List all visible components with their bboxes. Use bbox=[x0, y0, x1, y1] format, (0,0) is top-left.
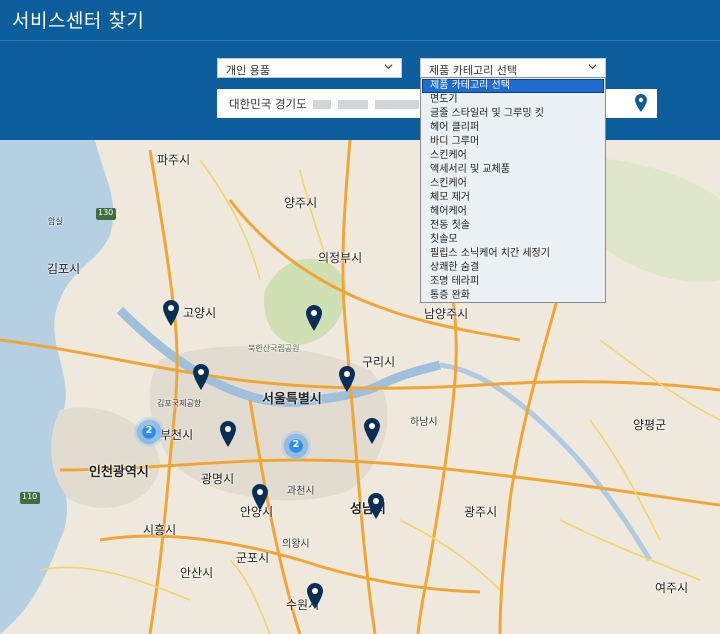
map-label: 군포시 bbox=[236, 551, 270, 565]
service-center-pin[interactable] bbox=[252, 484, 268, 510]
map-label: 남양주시 bbox=[424, 307, 469, 321]
product-type-value: 개인 용품 bbox=[226, 64, 270, 77]
map-cluster[interactable]: 2 bbox=[281, 431, 311, 461]
map-label: 광명시 bbox=[201, 472, 235, 486]
cluster-count: 2 bbox=[292, 439, 300, 450]
service-center-pin[interactable] bbox=[339, 366, 355, 392]
service-center-pin[interactable] bbox=[307, 583, 323, 609]
cluster-count: 2 bbox=[145, 425, 153, 436]
redacted-address bbox=[313, 100, 332, 109]
category-value: 제품 카테고리 선택 bbox=[429, 64, 517, 77]
redacted-address bbox=[338, 100, 369, 109]
dropdown-option[interactable]: 칫솔모 bbox=[421, 233, 605, 247]
header-bar: 서비스센터 찾기 bbox=[0, 0, 720, 40]
page-title: 서비스센터 찾기 bbox=[12, 10, 145, 32]
map-label: 광주시 bbox=[464, 505, 498, 519]
route-number: 130 bbox=[98, 208, 114, 217]
map-label: 의정부시 bbox=[318, 251, 363, 265]
map-label: 김포시 bbox=[47, 262, 81, 276]
map-label: 하남시 bbox=[410, 417, 438, 428]
service-center-pin[interactable] bbox=[193, 364, 209, 390]
map-label: 양주시 bbox=[284, 196, 318, 210]
map-cluster[interactable]: 2 bbox=[134, 417, 164, 447]
map-label: 과천시 bbox=[287, 486, 315, 497]
map-label: 부천시 bbox=[160, 428, 194, 442]
dropdown-option[interactable]: 헤어케어 bbox=[421, 205, 605, 219]
service-center-pin[interactable] bbox=[306, 305, 322, 331]
chevron-down-icon bbox=[588, 64, 597, 70]
map-label: 암실 bbox=[48, 217, 63, 226]
map-label: 구리시 bbox=[362, 355, 396, 369]
dropdown-option[interactable]: 헤어 클리퍼 bbox=[421, 121, 605, 135]
dropdown-option[interactable]: 조명 테라피 bbox=[421, 275, 605, 289]
dropdown-option[interactable]: 글줄 스타일러 및 그루밍 킷 bbox=[421, 107, 605, 121]
redacted-address bbox=[374, 100, 419, 109]
location-pin-icon[interactable] bbox=[635, 94, 647, 112]
dropdown-option[interactable]: 면도기 bbox=[421, 93, 605, 107]
map-label: 안산시 bbox=[180, 566, 214, 580]
map-label: 김포국제공항 bbox=[157, 399, 202, 408]
map-label: 의왕시 bbox=[282, 539, 310, 550]
category-select[interactable]: 제품 카테고리 선택 bbox=[420, 58, 606, 78]
product-type-select[interactable]: 개인 용품 bbox=[217, 58, 402, 78]
map-view[interactable]: 130 110 파주시 양주시 암실 의정부시 김포시 고양시 남양주시 북한산… bbox=[0, 140, 720, 634]
map-label: 여주시 bbox=[655, 581, 689, 595]
map-label: 서울특별시 bbox=[262, 392, 322, 407]
chevron-down-icon bbox=[384, 64, 393, 70]
dropdown-option[interactable]: 통증 완화 bbox=[421, 289, 605, 303]
service-center-pin[interactable] bbox=[364, 418, 380, 444]
dropdown-option[interactable]: 액세서리 및 교체품 bbox=[421, 163, 605, 177]
service-center-pin[interactable] bbox=[368, 493, 384, 519]
service-center-pin[interactable] bbox=[220, 421, 236, 447]
service-center-pin[interactable] bbox=[163, 300, 179, 326]
map-label: 북한산국립공원 bbox=[248, 344, 300, 353]
route-number: 110 bbox=[22, 492, 38, 501]
dropdown-option[interactable]: 바디 그루머 bbox=[421, 135, 605, 149]
dropdown-option[interactable]: 필립스 소닉케어 치간 세정기 bbox=[421, 247, 605, 261]
category-dropdown-list[interactable]: 제품 카테고리 선택 면도기 글줄 스타일러 및 그루밍 킷 헤어 클리퍼 바디… bbox=[420, 77, 606, 303]
dropdown-option[interactable]: 스킨케어 bbox=[421, 149, 605, 163]
dropdown-option[interactable]: 체모 제거 bbox=[421, 191, 605, 205]
map-label: 시흥시 bbox=[143, 523, 177, 537]
dropdown-option[interactable]: 스킨케어 bbox=[421, 177, 605, 191]
dropdown-option[interactable]: 상쾌한 숨결 bbox=[421, 261, 605, 275]
map-label: 파주시 bbox=[157, 153, 191, 167]
map-label: 고양시 bbox=[183, 306, 217, 320]
dropdown-option[interactable]: 제품 카테고리 선택 bbox=[422, 79, 604, 93]
dropdown-option[interactable]: 전동 칫솔 bbox=[421, 219, 605, 233]
location-value: 대한민국 경기도 bbox=[229, 97, 307, 111]
map-label: 인천광역시 bbox=[89, 465, 149, 480]
map-label: 양평군 bbox=[633, 418, 667, 432]
